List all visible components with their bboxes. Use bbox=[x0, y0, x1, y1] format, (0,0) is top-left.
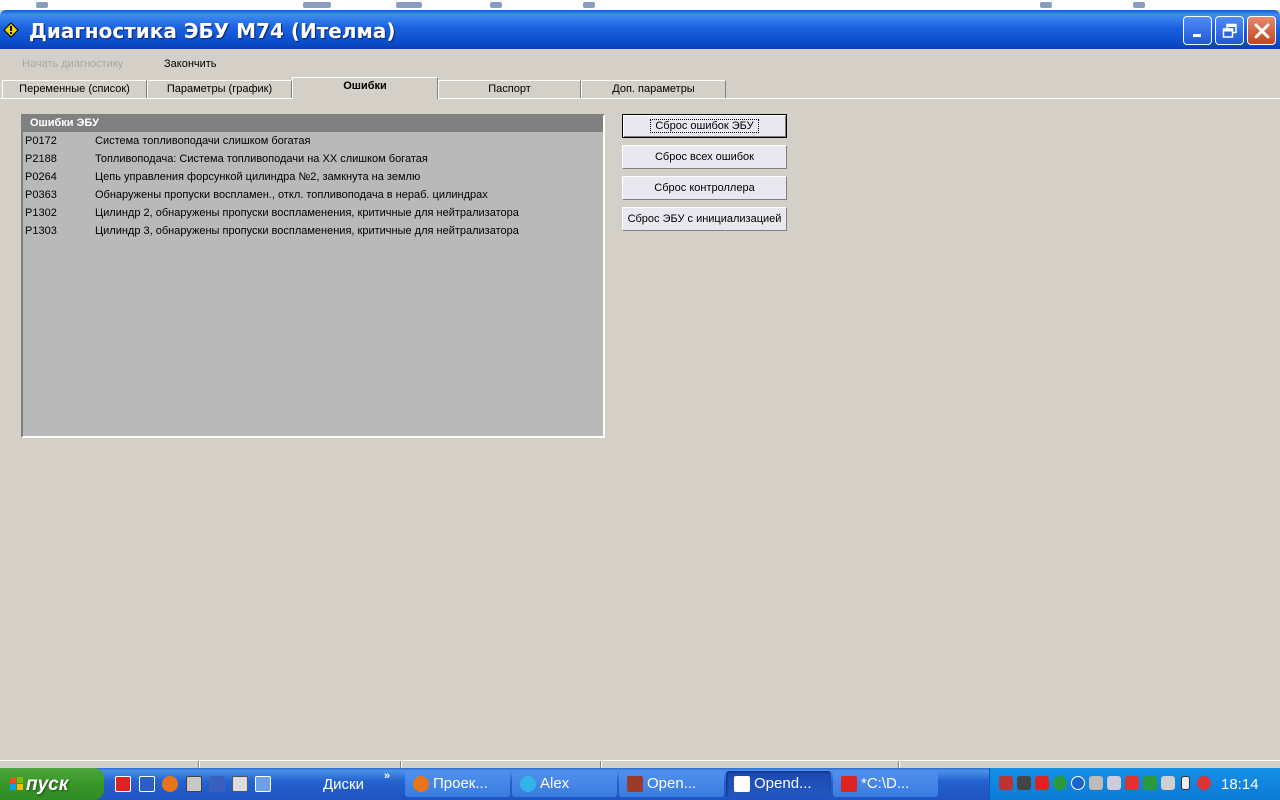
toolbar-disks-label[interactable]: Диски bbox=[323, 776, 364, 793]
task-button-c-drive[interactable]: *C:\D... bbox=[833, 771, 938, 797]
error-description: Цепь управления форсункой цилиндра №2, з… bbox=[95, 171, 421, 183]
connection-icon[interactable] bbox=[1143, 776, 1157, 790]
error-row[interactable]: P1302 Цилиндр 2, обнаружены пропуски вос… bbox=[23, 204, 603, 222]
desktop-icon[interactable] bbox=[583, 2, 595, 8]
task-button-open[interactable]: Open... bbox=[619, 771, 724, 797]
tab-errors[interactable]: Ошибки bbox=[292, 77, 438, 99]
error-code: P0363 bbox=[25, 189, 57, 201]
tab-parameters-graph[interactable]: Параметры (график) bbox=[147, 80, 292, 98]
error-row[interactable]: P0363 Обнаружены пропуски воспламен., от… bbox=[23, 186, 603, 204]
maximize-button[interactable] bbox=[1215, 16, 1244, 45]
tab-passport[interactable]: Паспорт bbox=[438, 80, 581, 98]
show-desktop-icon[interactable] bbox=[255, 776, 271, 792]
desktop-icon[interactable] bbox=[1133, 2, 1145, 8]
error-code: P0172 bbox=[25, 135, 57, 147]
chat-icon bbox=[520, 776, 536, 792]
task-label: Open... bbox=[647, 775, 697, 792]
reset-ecu-errors-button[interactable]: Сброс ошибок ЭБУ bbox=[622, 114, 787, 138]
reset-ecu-init-button[interactable]: Сброс ЭБУ с инициализацией bbox=[622, 207, 787, 231]
start-button[interactable]: пуск bbox=[0, 768, 104, 800]
windows-logo-icon bbox=[10, 777, 23, 790]
clock[interactable]: 18:14 bbox=[1221, 776, 1259, 793]
title-bar[interactable]: Диагностика ЭБУ М74 (Ителма) bbox=[0, 10, 1280, 49]
security-icon[interactable] bbox=[1035, 776, 1049, 790]
diagnostics-app-icon bbox=[734, 776, 750, 792]
diamond-warning-icon bbox=[3, 22, 19, 38]
desktop-icon[interactable] bbox=[490, 2, 502, 8]
ecu-errors-header: Ошибки ЭБУ bbox=[23, 116, 603, 132]
safely-remove-icon[interactable] bbox=[1197, 776, 1211, 790]
calculator-icon[interactable] bbox=[186, 776, 202, 792]
restore-icon bbox=[1222, 23, 1237, 38]
desktop-icon[interactable] bbox=[303, 2, 331, 8]
antivirus-icon[interactable] bbox=[1089, 776, 1103, 790]
start-label: пуск bbox=[26, 774, 69, 795]
desktop-background bbox=[0, 0, 1280, 10]
error-code: P1303 bbox=[25, 225, 57, 237]
sync-icon[interactable] bbox=[1107, 776, 1121, 790]
editor-icon bbox=[841, 776, 857, 792]
chevron-right-icon[interactable]: » bbox=[384, 770, 390, 782]
monitor-icon[interactable] bbox=[1017, 776, 1031, 790]
error-code: P0264 bbox=[25, 171, 57, 183]
update-icon[interactable] bbox=[1053, 776, 1067, 790]
window-title: Диагностика ЭБУ М74 (Ителма) bbox=[29, 19, 396, 43]
main-window: Диагностика ЭБУ М74 (Ителма) Начать диаг… bbox=[0, 10, 1280, 769]
menu-finish[interactable]: Закончить bbox=[164, 58, 217, 70]
desktop-icon[interactable] bbox=[1040, 2, 1052, 8]
battery-icon[interactable] bbox=[1181, 776, 1190, 790]
error-row[interactable]: P1303 Цилиндр 3, обнаружены пропуски вос… bbox=[23, 222, 603, 240]
quicklaunch-app-icon[interactable] bbox=[115, 776, 131, 792]
keyboard-icon[interactable] bbox=[232, 776, 248, 792]
tab-extra-parameters[interactable]: Доп. параметры bbox=[581, 80, 726, 98]
status-bar bbox=[0, 760, 1280, 769]
close-button[interactable] bbox=[1247, 16, 1276, 45]
minimize-button[interactable] bbox=[1183, 16, 1212, 45]
taskbar: пуск Диски » Проек... Alex Open... Opend… bbox=[0, 768, 1280, 800]
task-label: Opend... bbox=[754, 775, 812, 792]
task-label: Alex bbox=[540, 775, 570, 792]
archive-icon bbox=[627, 776, 643, 792]
error-code: P1302 bbox=[25, 207, 57, 219]
ecu-errors-list[interactable]: Ошибки ЭБУ P0172 Система топливоподачи с… bbox=[21, 114, 605, 438]
tab-variables-list[interactable]: Переменные (список) bbox=[2, 80, 147, 98]
task-button-project[interactable]: Проек... bbox=[405, 771, 510, 797]
menu-start-diagnostics[interactable]: Начать диагностику bbox=[22, 58, 123, 70]
task-button-alex[interactable]: Alex bbox=[512, 771, 617, 797]
reset-ecu-errors-label: Сброс ошибок ЭБУ bbox=[650, 119, 759, 133]
desktop-icon[interactable] bbox=[36, 2, 48, 8]
power-icon[interactable] bbox=[1071, 776, 1085, 790]
reset-controller-button[interactable]: Сброс контроллера bbox=[622, 176, 787, 200]
word-icon[interactable] bbox=[139, 776, 155, 792]
tab-strip: Переменные (список) Параметры (график) О… bbox=[0, 77, 1280, 99]
error-row[interactable]: P2188 Топливоподача: Система топливопода… bbox=[23, 150, 603, 168]
error-description: Обнаружены пропуски воспламен., откл. то… bbox=[95, 189, 488, 201]
reset-all-errors-button[interactable]: Сброс всех ошибок bbox=[622, 145, 787, 169]
task-button-opend[interactable]: Opend... bbox=[726, 771, 831, 797]
error-row[interactable]: P0264 Цепь управления форсункой цилиндра… bbox=[23, 168, 603, 186]
firefox-icon[interactable] bbox=[162, 776, 178, 792]
tab-divider bbox=[0, 98, 1280, 99]
error-description: Цилиндр 2, обнаружены пропуски воспламен… bbox=[95, 207, 519, 219]
error-description: Цилиндр 3, обнаружены пропуски воспламен… bbox=[95, 225, 519, 237]
save-disk-icon[interactable] bbox=[209, 776, 225, 792]
error-description: Топливоподача: Система топливоподачи на … bbox=[95, 153, 428, 165]
firefox-icon bbox=[413, 776, 429, 792]
task-label: *C:\D... bbox=[861, 775, 910, 792]
volume-icon[interactable] bbox=[1161, 776, 1175, 790]
desktop-icon[interactable] bbox=[396, 2, 422, 8]
menu-bar: Начать диагностику Закончить bbox=[0, 49, 1280, 77]
task-label: Проек... bbox=[433, 775, 488, 792]
network-icon[interactable] bbox=[999, 776, 1013, 790]
close-icon bbox=[1254, 23, 1269, 38]
audio-device-icon[interactable] bbox=[1125, 776, 1139, 790]
error-code: P2188 bbox=[25, 153, 57, 165]
error-row[interactable]: P0172 Система топливоподачи слишком бога… bbox=[23, 132, 603, 150]
minimize-icon bbox=[1192, 33, 1201, 37]
error-description: Система топливоподачи слишком богатая bbox=[95, 135, 311, 147]
